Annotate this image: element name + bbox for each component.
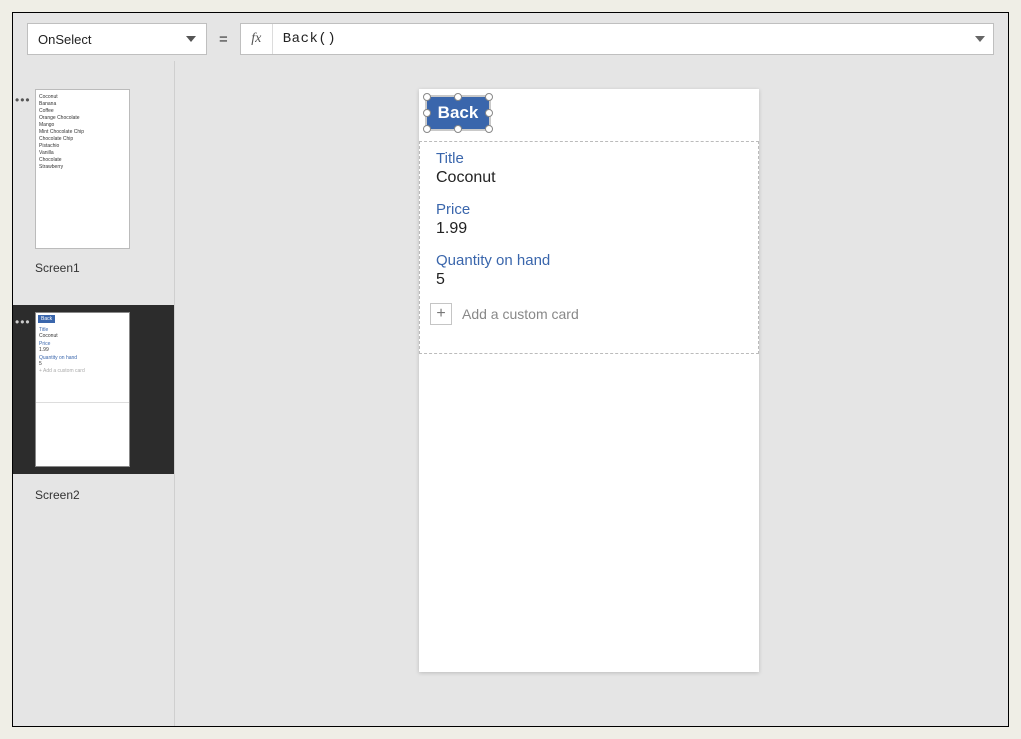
card-label: Price bbox=[436, 201, 742, 218]
list-item: Coffee bbox=[39, 108, 126, 115]
card-quantity[interactable]: Quantity on hand 5 bbox=[420, 244, 758, 295]
resize-handle[interactable] bbox=[423, 93, 431, 101]
list-item: Pistachio bbox=[39, 143, 126, 150]
chevron-down-icon bbox=[186, 36, 196, 42]
list-item: Vanilla bbox=[39, 150, 126, 157]
display-form[interactable]: Title Coconut Price 1.99 Quantity on han… bbox=[419, 141, 759, 354]
app-frame: OnSelect = fx Back() ••• Coconut Banana … bbox=[12, 12, 1009, 727]
resize-handle[interactable] bbox=[423, 125, 431, 133]
card-value: 1.99 bbox=[436, 220, 742, 238]
list-item: Strawberry bbox=[39, 164, 126, 171]
formula-input[interactable]: fx Back() bbox=[240, 23, 994, 55]
design-canvas[interactable]: Back Title Coconut Price 1.99 bbox=[175, 61, 1008, 726]
add-custom-label: Add a custom card bbox=[462, 306, 579, 322]
resize-handle[interactable] bbox=[485, 125, 493, 133]
card-title[interactable]: Title Coconut bbox=[420, 142, 758, 193]
resize-handle[interactable] bbox=[454, 93, 462, 101]
phone-frame: Back Title Coconut Price 1.99 bbox=[419, 89, 759, 672]
thumb-card-value: 1.99 bbox=[39, 347, 126, 353]
screen1-label: Screen1 bbox=[35, 261, 174, 275]
card-value: Coconut bbox=[436, 169, 742, 187]
screen1-preview: Coconut Banana Coffee Orange Chocolate M… bbox=[35, 89, 130, 249]
resize-handle[interactable] bbox=[485, 109, 493, 117]
list-item: Mango bbox=[39, 122, 126, 129]
card-label: Quantity on hand bbox=[436, 252, 742, 269]
list-item: Banana bbox=[39, 101, 126, 108]
fx-icon: fx bbox=[241, 24, 273, 54]
ellipsis-icon[interactable]: ••• bbox=[15, 93, 31, 107]
card-value: 5 bbox=[436, 271, 742, 289]
card-label: Title bbox=[436, 150, 742, 167]
list-item: Orange Chocolate bbox=[39, 115, 126, 122]
list-item: Chocolate bbox=[39, 157, 126, 164]
screen2-preview: Back Title Coconut Price 1.99 Quantity o… bbox=[35, 312, 130, 467]
card-price[interactable]: Price 1.99 bbox=[420, 193, 758, 244]
thumb-back-button: Back bbox=[38, 315, 55, 323]
screens-panel: ••• Coconut Banana Coffee Orange Chocola… bbox=[13, 61, 175, 726]
screen-thumbnail-1[interactable]: ••• Coconut Banana Coffee Orange Chocola… bbox=[13, 89, 174, 275]
chevron-down-icon[interactable] bbox=[975, 36, 985, 42]
ellipsis-icon[interactable]: ••• bbox=[15, 315, 31, 329]
thumb-card-value: Coconut bbox=[39, 333, 126, 339]
back-button-selection[interactable]: Back bbox=[427, 97, 489, 129]
thumb-add-custom: + Add a custom card bbox=[39, 368, 126, 374]
property-dropdown-value: OnSelect bbox=[38, 32, 91, 47]
list-item: Chocolate Chip bbox=[39, 136, 126, 143]
add-custom-card[interactable]: + Add a custom card bbox=[420, 295, 758, 333]
thumb-card-value: 5 bbox=[39, 361, 126, 367]
list-item: Coconut bbox=[39, 94, 126, 101]
formula-expression: Back() bbox=[273, 31, 346, 47]
list-item: Mint Chocolate Chip bbox=[39, 129, 126, 136]
equals-label: = bbox=[217, 23, 230, 55]
resize-handle[interactable] bbox=[423, 109, 431, 117]
property-dropdown[interactable]: OnSelect bbox=[27, 23, 207, 55]
resize-handle[interactable] bbox=[485, 93, 493, 101]
plus-icon: + bbox=[430, 303, 452, 325]
formula-bar: OnSelect = fx Back() bbox=[27, 23, 994, 55]
resize-handle[interactable] bbox=[454, 125, 462, 133]
screen2-label: Screen2 bbox=[35, 488, 174, 502]
screen-thumbnail-2[interactable]: ••• Back Title Coconut Price 1.99 Quanti… bbox=[13, 305, 174, 474]
